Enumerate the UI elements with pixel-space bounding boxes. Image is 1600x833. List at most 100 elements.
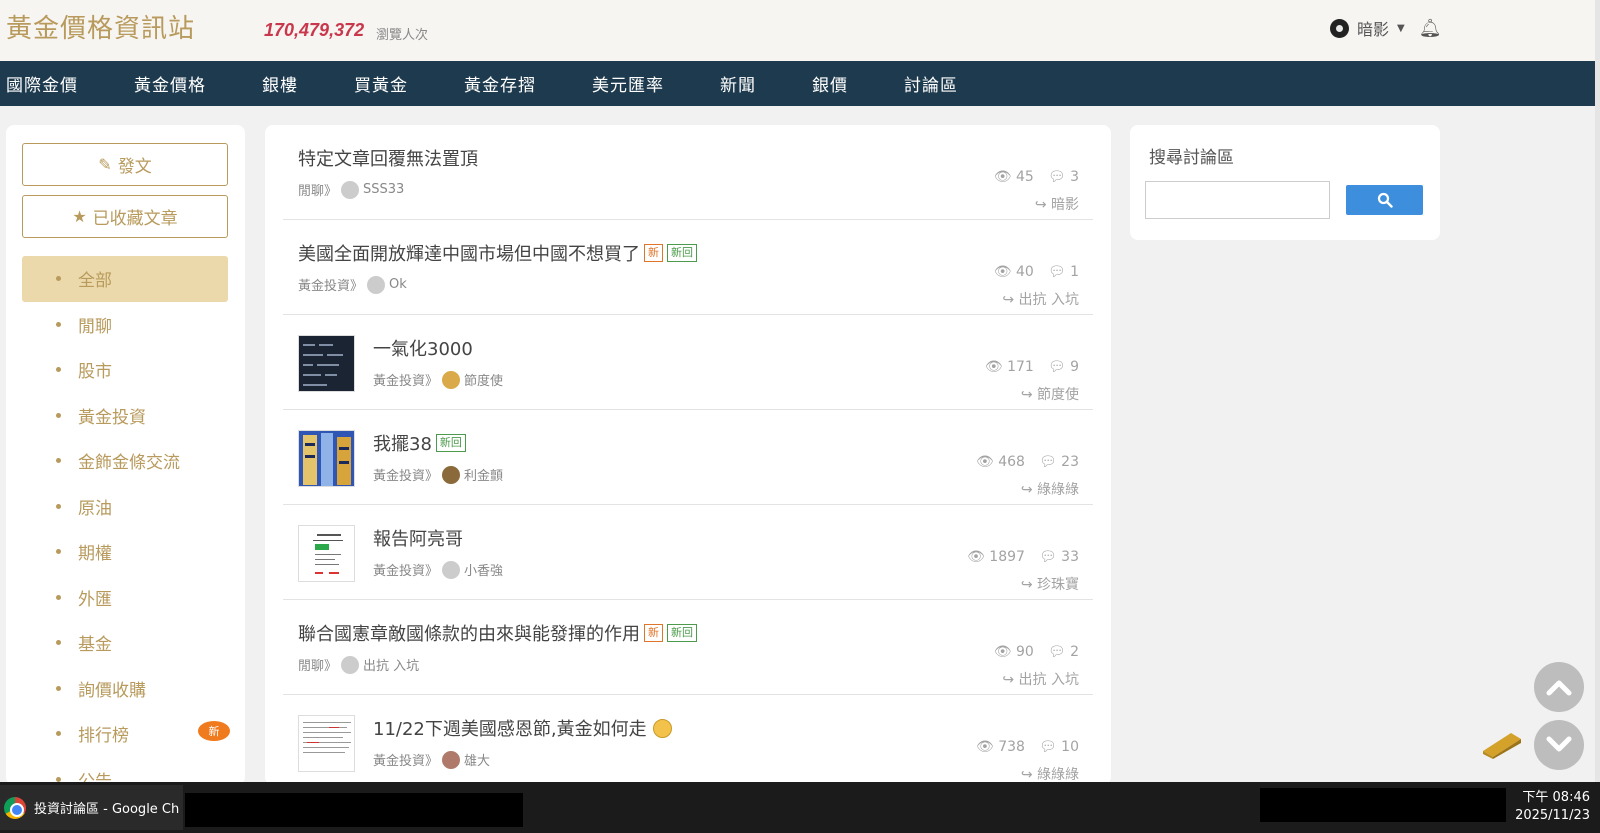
post-meta: 黃金投資》 小香強 [373,560,503,579]
forum-search-panel: 搜尋討論區 [1130,125,1440,240]
post-author[interactable]: SSS33 [363,182,404,197]
post-title[interactable]: 聯合國憲章敵國條款的由來與能發揮的作用 新 新回 [298,620,697,646]
post-title[interactable]: 報告阿亮哥 [373,525,463,551]
post-thumbnail[interactable] [298,335,355,392]
last-reply: ↪ 節度使 [1020,387,1079,403]
nav-item[interactable]: 黃金價格 [106,71,234,96]
post-thumbnail[interactable] [298,525,355,582]
category-item-all[interactable]: 全部 [22,256,228,302]
search-icon [1377,192,1393,208]
search-input[interactable] [1145,181,1330,219]
nav-item-forum[interactable]: 討論區 [876,71,986,96]
gold-bar-icon[interactable] [1481,729,1523,759]
nav-item[interactable]: 新聞 [692,71,784,96]
category-item[interactable]: 公告 [22,757,228,785]
scroll-bottom-button[interactable] [1534,720,1584,770]
replies-count: 💬︎ 1 [1047,264,1079,280]
post-stats: 👁︎ 1897 💬︎ 33 [967,549,1079,565]
pencil-icon: ✎ [98,155,112,174]
category-item-ranking[interactable]: 排行榜 新 [22,711,230,757]
thumbnail-image [299,431,354,486]
category-label: 外匯 [78,589,112,610]
post-title[interactable]: 11/22下週美國感恩節,黃金如何走 [373,715,672,741]
post-author[interactable]: 節度使 [464,370,503,389]
category-list: 全部 閒聊 股市 黃金投資 金飾金條交流 原油 期權 外匯 基金 詢價收購 排行… [22,256,230,785]
post-title[interactable]: 美國全面開放輝達中國市場但中國不想買了 新 新回 [298,240,697,266]
nav-item[interactable]: 銀樓 [234,71,326,96]
post-author[interactable]: 雄大 [464,750,490,769]
views-count: 👁︎ 40 [993,264,1034,280]
category-item[interactable]: 金飾金條交流 [22,438,228,484]
category-item[interactable]: 外匯 [22,575,228,621]
post-row[interactable]: 我擺38 新回 黃金投資》 利金顫 👁︎ 468 💬︎ 23 ↪ 綠綠綠 [283,410,1093,505]
taskbar-chrome-app[interactable]: 投資討論區 - Google Ch [0,785,183,830]
author-avatar-icon [442,750,461,769]
post-category[interactable]: 閒聊》 [298,180,337,199]
comment-icon: 💬︎ [1047,359,1066,375]
post-row[interactable]: 一氣化3000 黃金投資》 節度使 👁︎ 171 💬︎ 9 ↪ 節度使 [283,315,1093,410]
post-category[interactable]: 黃金投資》 [373,750,438,769]
category-item[interactable]: 詢價收購 [22,666,228,712]
post-row[interactable]: 特定文章回覆無法置頂 閒聊》 SSS33 👁︎ 45 💬︎ 3 ↪ 暗影 [283,125,1093,220]
post-row[interactable]: 11/22下週美國感恩節,黃金如何走 黃金投資》 雄大 👁︎ 738 💬︎ 10… [283,695,1093,785]
post-title[interactable]: 我擺38 新回 [373,430,466,456]
caret-down-icon: ▼ [1397,22,1405,34]
thumbnail-image [299,336,354,391]
scroll-top-button[interactable] [1534,662,1584,712]
taskbar-clock[interactable]: 下午 08:46 2025/11/23 [1510,789,1590,825]
post-author[interactable]: 出抗 入坑 [363,655,419,674]
category-item[interactable]: 期權 [22,529,228,575]
post-meta: 黃金投資》 節度使 [373,370,503,389]
post-row[interactable]: 報告阿亮哥 黃金投資》 小香強 👁︎ 1897 💬︎ 33 ↪ 珍珠寶 [283,505,1093,600]
category-item[interactable]: 股市 [22,347,228,393]
user-menu[interactable]: 暗影 ▼ 🔔︎ [1330,16,1442,40]
replies-count: 💬︎ 2 [1047,644,1079,660]
category-item[interactable]: 原油 [22,484,228,530]
post-thumbnail[interactable] [298,430,355,487]
post-category[interactable]: 黃金投資》 [298,275,363,294]
nav-item[interactable]: 國際金價 [0,71,106,96]
views-count: 👁︎ 171 [984,359,1034,375]
chrome-icon [4,796,26,819]
post-author[interactable]: Ok [389,277,407,292]
eye-icon: 👁︎ [975,454,994,470]
category-item[interactable]: 黃金投資 [22,393,228,439]
saved-posts-button[interactable]: ★ 已收藏文章 [22,195,228,238]
bullet-icon [56,321,61,327]
thinking-face-icon [652,718,672,738]
author-avatar-icon [442,560,461,579]
post-row[interactable]: 美國全面開放輝達中國市場但中國不想買了 新 新回 黃金投資》 Ok 👁︎ 40 … [283,220,1093,315]
post-thumbnail[interactable] [298,715,355,772]
search-title: 搜尋討論區 [1149,148,1234,168]
author-avatar-icon [341,655,360,674]
post-row[interactable]: 聯合國憲章敵國條款的由來與能發揮的作用 新 新回 閒聊》 出抗 入坑 👁︎ 90… [283,600,1093,695]
nav-item[interactable]: 買黃金 [326,71,436,96]
post-category[interactable]: 黃金投資》 [373,560,438,579]
post-category[interactable]: 黃金投資》 [373,370,438,389]
bullet-icon [56,640,61,645]
eye-icon: 👁︎ [993,169,1012,185]
new-post-button[interactable]: ✎ 發文 [22,143,228,186]
replies-count: 💬︎ 23 [1038,454,1079,470]
last-reply: ↪ 出抗 入坑 [1002,292,1079,308]
post-category[interactable]: 黃金投資》 [373,465,438,484]
redacted-area [185,793,523,827]
post-category[interactable]: 閒聊》 [298,655,337,674]
page-scrollbar[interactable] [1595,0,1600,782]
category-item[interactable]: 基金 [22,620,228,666]
category-item[interactable]: 閒聊 [22,302,228,348]
post-title[interactable]: 特定文章回覆無法置頂 [298,145,478,171]
reply-arrow-icon: ↪ [1020,482,1033,498]
nav-item[interactable]: 美元匯率 [564,71,692,96]
post-author[interactable]: 小香強 [464,560,503,579]
bell-icon[interactable]: 🔔︎ [1419,18,1442,39]
category-label: 閒聊 [78,316,112,337]
nav-item[interactable]: 黃金存摺 [436,71,564,96]
search-button[interactable] [1346,185,1423,215]
post-meta: 黃金投資》 Ok [298,275,407,294]
site-title[interactable]: 黃金價格資訊站 [6,8,195,45]
new-badge: 新 [198,721,230,741]
nav-item[interactable]: 銀價 [784,71,876,96]
post-title[interactable]: 一氣化3000 [373,335,473,361]
post-author[interactable]: 利金顫 [464,465,503,484]
